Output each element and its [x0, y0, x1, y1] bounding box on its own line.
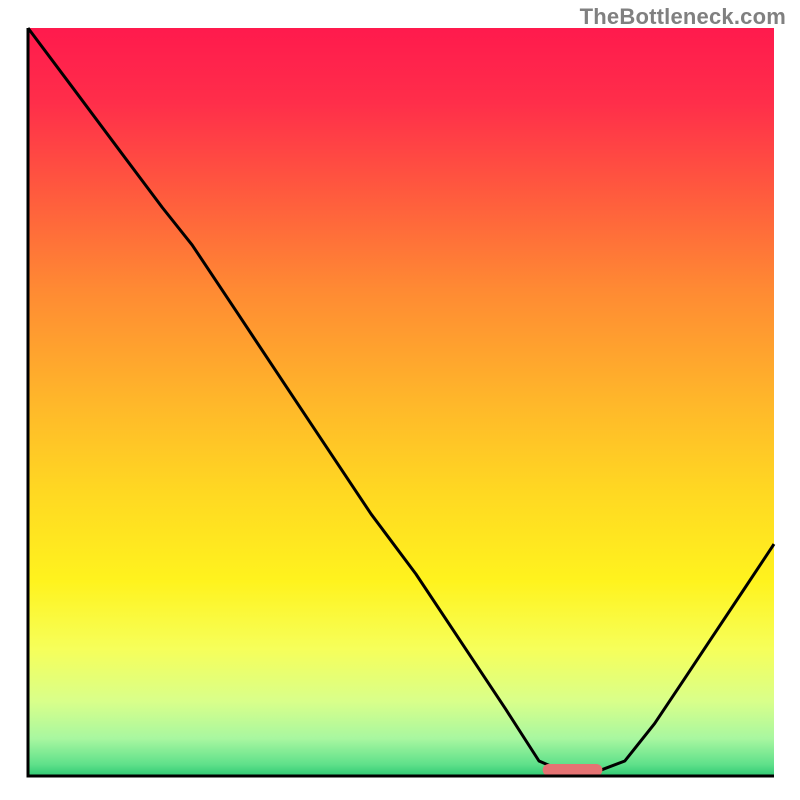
- watermark-text: TheBottleneck.com: [580, 4, 786, 30]
- optimal-marker: [543, 764, 603, 776]
- chart-container: { "watermark": "TheBottleneck.com", "cha…: [0, 0, 800, 800]
- gradient-background: [28, 28, 774, 776]
- bottleneck-chart: [0, 0, 800, 800]
